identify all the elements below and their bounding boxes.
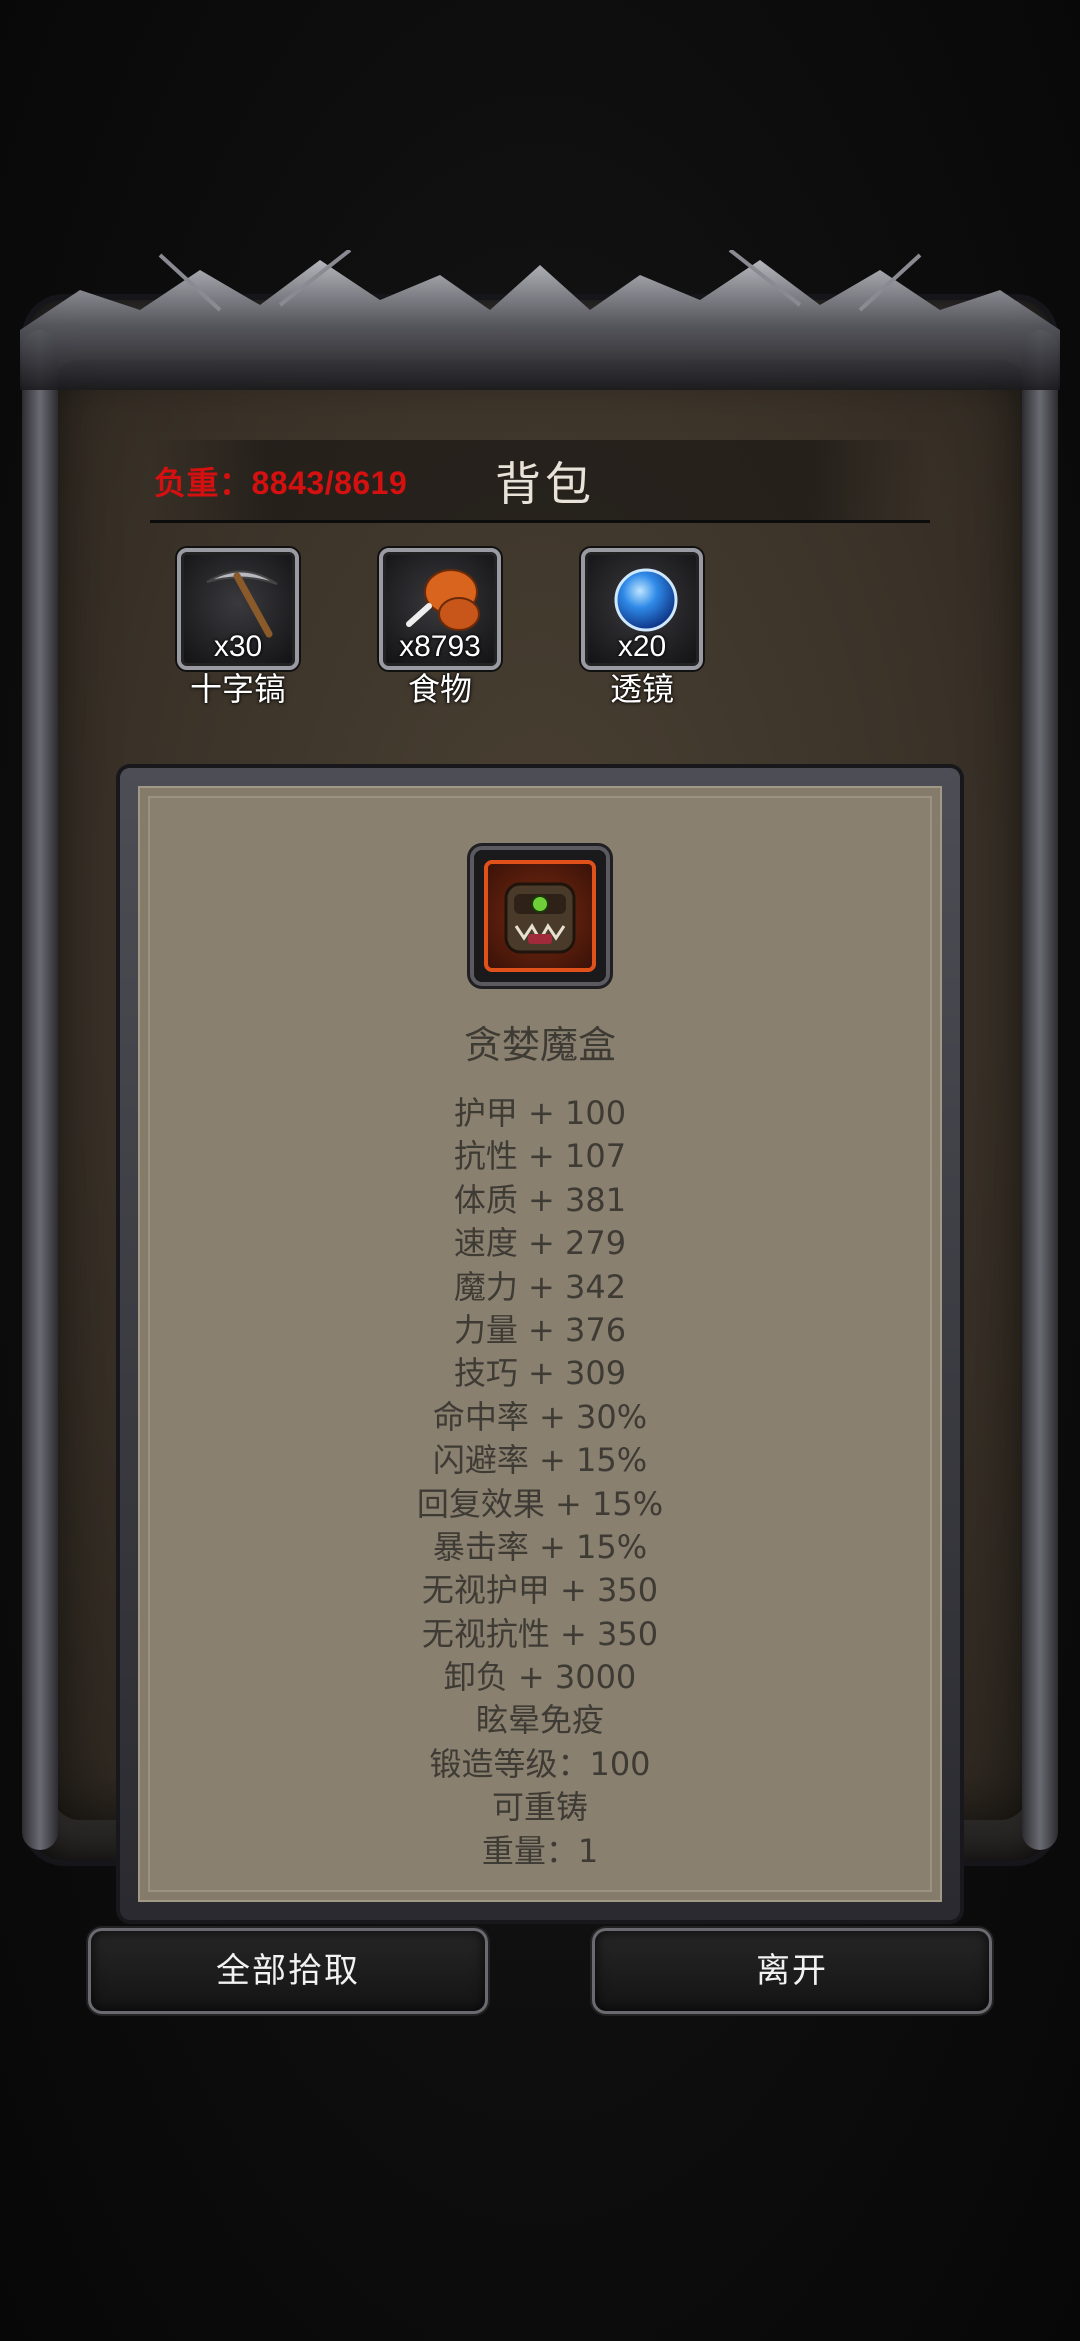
stat-line: 卸负 + 3000 xyxy=(443,1658,637,1697)
stat-line: 无视护甲 + 350 xyxy=(421,1571,659,1610)
item-slot: x20 xyxy=(581,548,703,670)
stat-line: 眩晕免疫 xyxy=(475,1701,604,1740)
item-count: x8793 xyxy=(399,630,481,663)
inventory-item-lens[interactable]: x20 透镜 xyxy=(580,548,704,710)
inventory-item-food[interactable]: x8793 食物 xyxy=(378,548,502,710)
stat-line: 无视抗性 + 350 xyxy=(421,1614,659,1653)
frame-left-pillar xyxy=(22,330,58,1850)
equipment-stats: 护甲 + 100 抗性 + 107 体质 + 381 速度 + 279 魔力 +… xyxy=(138,1092,942,1873)
item-detail-panel: 贪婪魔盒 护甲 + 100 抗性 + 107 体质 + 381 速度 + 279… xyxy=(138,786,942,1902)
item-name: 十字镐 xyxy=(189,670,286,708)
leave-button[interactable]: 离开 xyxy=(592,1928,992,2014)
equipment-rarity-border xyxy=(484,860,596,972)
pickup-all-button[interactable]: 全部拾取 xyxy=(88,1928,488,2014)
stat-line: 锻造等级：100 xyxy=(429,1744,651,1783)
stat-line: 速度 + 279 xyxy=(453,1224,627,1263)
equipment-slot[interactable] xyxy=(470,846,610,986)
stat-line: 闪避率 + 15% xyxy=(432,1441,648,1480)
frame-right-pillar xyxy=(1022,330,1058,1850)
inventory-header: 负重：8843/8619 背包 xyxy=(150,440,930,523)
stat-line: 可重铸 xyxy=(491,1788,588,1827)
item-count: x30 xyxy=(213,630,263,663)
stat-line: 暴击率 + 15% xyxy=(432,1527,648,1566)
weight-capacity: 负重：8843/8619 xyxy=(154,465,408,501)
item-name: 食物 xyxy=(407,670,472,708)
stat-line: 体质 + 381 xyxy=(453,1180,627,1219)
item-count: x20 xyxy=(617,630,667,663)
stat-line: 魔力 + 342 xyxy=(453,1267,627,1306)
frame-crown-ornament xyxy=(20,250,1060,390)
stat-line: 命中率 + 30% xyxy=(432,1397,648,1436)
inventory-item-pickaxe[interactable]: x30 十字镐 xyxy=(176,548,300,710)
stat-line: 抗性 + 107 xyxy=(453,1137,627,1176)
demon-box-icon xyxy=(504,882,576,954)
equipment-name: 贪婪魔盒 xyxy=(463,1023,616,1067)
item-slot: x8793 xyxy=(379,548,501,670)
item-slot: x30 xyxy=(177,548,299,670)
stat-line: 技巧 + 309 xyxy=(453,1354,627,1393)
stat-line: 护甲 + 100 xyxy=(453,1094,627,1132)
page-title: 背包 xyxy=(495,457,595,511)
stat-line: 重量：1 xyxy=(481,1831,599,1870)
stat-line: 力量 + 376 xyxy=(453,1310,627,1349)
stat-line: 回复效果 + 15% xyxy=(416,1484,664,1523)
item-name: 透镜 xyxy=(609,670,674,708)
item-detail-frame: 贪婪魔盒 护甲 + 100 抗性 + 107 体质 + 381 速度 + 279… xyxy=(120,768,960,1920)
